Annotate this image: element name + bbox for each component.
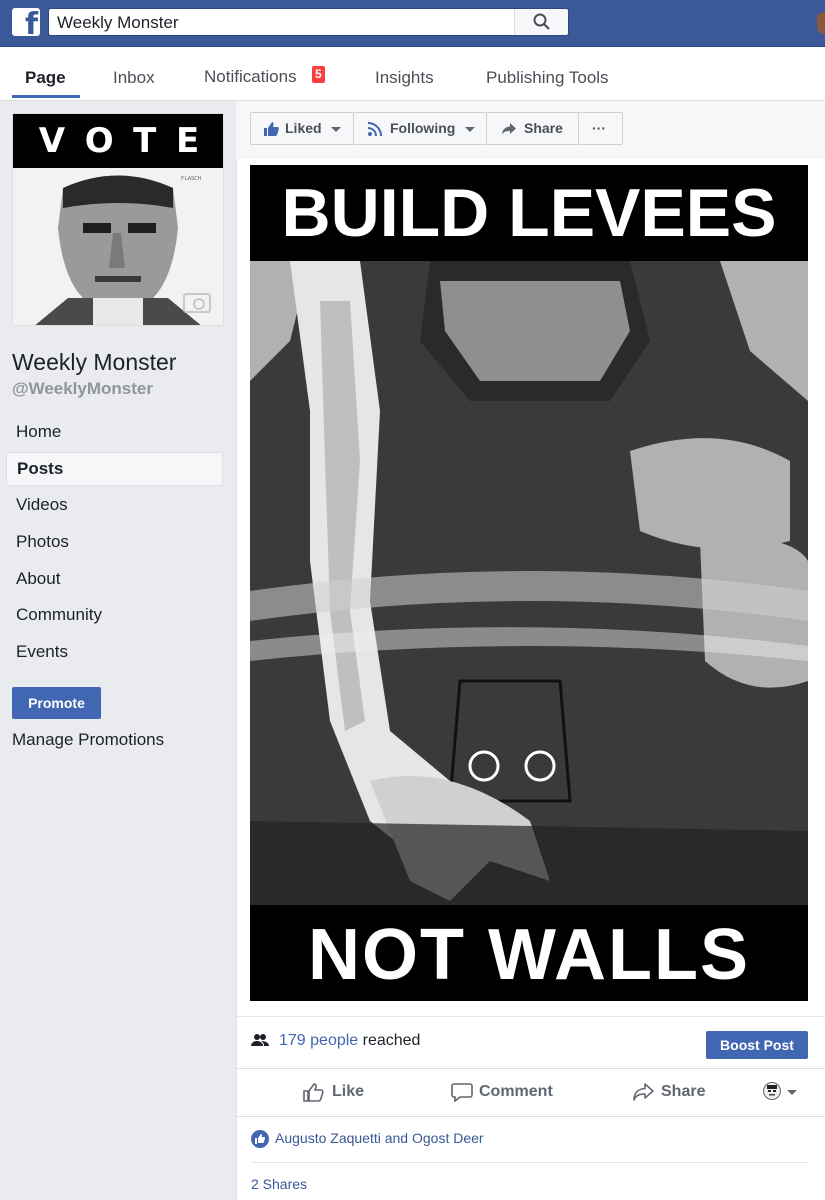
more-icon: ···: [592, 120, 606, 136]
top-bar: f Weekly Monster: [0, 0, 825, 47]
following-button[interactable]: Following: [353, 112, 487, 145]
people-icon: [251, 1034, 269, 1046]
page-avatar-icon: [763, 1082, 781, 1100]
search-input[interactable]: Weekly Monster: [48, 8, 569, 36]
reach-label: reached: [358, 1032, 421, 1049]
reach-count[interactable]: 179 people: [279, 1032, 358, 1049]
boost-post-button[interactable]: Boost Post: [706, 1031, 808, 1059]
sidebar-item-photos[interactable]: Photos: [6, 526, 223, 560]
sidebar-item-events[interactable]: Events: [6, 636, 223, 670]
sidebar-item-community[interactable]: Community: [6, 599, 223, 633]
sidebar-item-posts[interactable]: Posts: [6, 452, 223, 486]
post-image[interactable]: BUILD LEVEES NOT WALLS: [250, 165, 808, 1001]
share-arrow-icon: [502, 123, 516, 135]
search-icon: [533, 13, 550, 30]
comment-icon: [451, 1083, 473, 1102]
share-page-button[interactable]: Share: [486, 112, 579, 145]
thumbs-up-outline-icon: [303, 1083, 324, 1102]
search-input-value: Weekly Monster: [57, 13, 179, 32]
post-reactions-row: Like Comment Share: [237, 1068, 825, 1117]
notifications-badge: 5: [312, 66, 325, 83]
tab-inbox[interactable]: Inbox: [113, 68, 155, 88]
sidebar: V O T E F.LASCH Weekly Monster @WeeklyMo…: [0, 101, 236, 1200]
sidebar-item-about[interactable]: About: [6, 563, 223, 597]
rss-feed-icon: [367, 122, 382, 137]
active-tab-indicator: [12, 95, 80, 98]
chevron-down-icon: [331, 127, 341, 132]
page-name: Weekly Monster: [12, 349, 177, 375]
page-handle: @WeeklyMonster: [12, 379, 153, 398]
more-options-button[interactable]: ···: [578, 112, 623, 145]
likers-list[interactable]: Augusto Zaquetti and Ogost Deer: [275, 1130, 484, 1146]
post-card: BUILD LEVEES NOT WALLS 179 people reache…: [236, 159, 825, 1200]
shares-count[interactable]: 2 Shares: [251, 1176, 307, 1192]
tab-insights[interactable]: Insights: [375, 68, 434, 88]
sidebar-item-videos[interactable]: Videos: [6, 489, 223, 523]
svg-text:F.LASCH: F.LASCH: [181, 176, 202, 182]
divider: [251, 1162, 808, 1163]
like-reaction-icon: [251, 1130, 269, 1148]
tab-page[interactable]: Page: [25, 68, 66, 88]
poster-headline-bottom: NOT WALLS: [250, 905, 808, 1001]
page-tabs: Page Inbox Notifications 5 Insights Publ…: [0, 47, 825, 101]
sidebar-item-home[interactable]: Home: [6, 416, 223, 450]
poster-engraving: [250, 261, 808, 905]
liked-button[interactable]: Liked: [250, 112, 354, 145]
thumbs-up-icon: [264, 122, 279, 136]
profile-vote-banner: V O T E: [13, 114, 223, 168]
chevron-down-icon: [787, 1090, 797, 1095]
search-button[interactable]: [514, 9, 568, 35]
share-outline-icon: [633, 1083, 654, 1101]
tab-publishing-tools[interactable]: Publishing Tools: [486, 68, 609, 88]
profile-picture[interactable]: V O T E F.LASCH: [12, 113, 224, 326]
promote-button[interactable]: Promote: [12, 687, 101, 719]
poster-artwork: [250, 261, 808, 905]
camera-icon[interactable]: [183, 293, 211, 313]
post-reach-row: 179 people reached Boost Post: [237, 1016, 825, 1066]
poster-headline-top: BUILD LEVEES: [250, 165, 808, 261]
manage-promotions-link[interactable]: Manage Promotions: [12, 730, 164, 750]
tab-notifications[interactable]: Notifications: [204, 67, 297, 87]
user-avatar[interactable]: [817, 12, 825, 34]
chevron-down-icon: [465, 127, 475, 132]
page-action-bar: Liked Following Share ···: [236, 101, 825, 159]
facebook-logo-icon[interactable]: f: [12, 8, 40, 36]
